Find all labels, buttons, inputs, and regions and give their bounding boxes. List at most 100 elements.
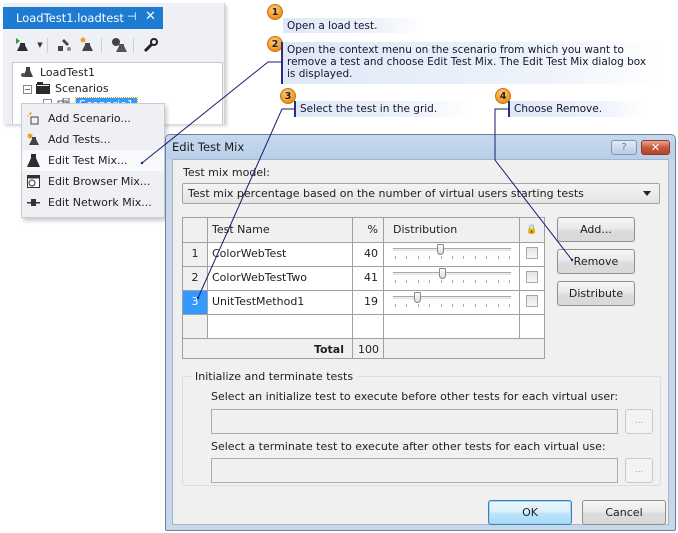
column-header-distribution[interactable]: Distribution [384, 218, 519, 242]
slider-tick [452, 256, 453, 259]
slider-tick [509, 304, 510, 307]
menu-item-add-scenario[interactable]: Add Scenario... [22, 108, 164, 129]
menu-item-edit-network-mix[interactable]: Edit Network Mix... [22, 192, 164, 213]
new-row-header [183, 314, 207, 338]
slider-tick [463, 304, 465, 307]
tree-node-scenarios[interactable]: − Scenarios [23, 81, 109, 97]
browser-icon [27, 175, 40, 188]
test-mix-model-label: Test mix model: [183, 166, 270, 179]
slider-tick [395, 256, 396, 259]
slider-tick [417, 304, 419, 307]
slider-tick [474, 304, 476, 307]
dialog-titlebar[interactable]: Edit Test Mix ? ✕ [166, 135, 675, 159]
grid-line [383, 218, 384, 358]
callout-badge-1: 1 [267, 4, 283, 20]
slider-tick [440, 256, 442, 259]
slider-tick [417, 256, 419, 259]
terminate-test-label: Select a terminate test to execute after… [211, 440, 606, 453]
slider-tick [440, 304, 442, 307]
row-number[interactable]: 1 [183, 242, 207, 266]
column-header-test-name[interactable]: Test Name [207, 218, 352, 242]
help-button[interactable]: ? [611, 140, 637, 155]
grid-line [183, 290, 544, 291]
slider-tick [429, 280, 431, 283]
row-number[interactable]: 2 [183, 266, 207, 290]
slider-thumb[interactable] [437, 244, 445, 255]
close-icon[interactable]: ✕ [145, 9, 156, 24]
add-tests-icon [27, 133, 40, 146]
slider-tick [395, 304, 396, 307]
lock-checkbox[interactable] [526, 271, 538, 283]
percent-cell[interactable]: 19 [353, 290, 383, 314]
percent-cell[interactable]: 41 [353, 266, 383, 290]
test-settings-icon[interactable] [111, 37, 127, 53]
percent-cell[interactable]: 40 [353, 242, 383, 266]
load-test-icon [21, 66, 35, 78]
editor-toolbar: ▼ [3, 33, 223, 59]
distribution-slider[interactable] [393, 296, 511, 299]
ok-button[interactable]: OK [488, 500, 572, 525]
collapse-icon[interactable]: − [23, 85, 32, 94]
slider-tick [429, 304, 431, 307]
column-header-percent[interactable]: % [352, 218, 383, 242]
terminate-test-field[interactable] [211, 458, 618, 483]
slider-tick [406, 304, 408, 307]
browse-initialize-test-button[interactable]: ... [625, 409, 653, 434]
add-test-button[interactable]: Add... [557, 217, 635, 242]
slider-thumb[interactable] [438, 268, 446, 279]
scenario-context-menu: Add Scenario... Add Tests... Edit Test M… [21, 103, 165, 218]
lock-icon[interactable]: 🔒 [520, 218, 544, 242]
initialize-terminate-group: Initialize and terminate tests Select an… [182, 370, 661, 486]
slider-tick [452, 304, 453, 307]
slider-tick [474, 280, 476, 283]
browse-terminate-test-button[interactable]: ... [625, 458, 653, 483]
remove-test-button[interactable]: Remove [557, 249, 635, 274]
network-icon [27, 196, 40, 209]
slider-tick [497, 256, 499, 259]
initialize-test-label: Select an initialize test to execute bef… [211, 390, 619, 403]
folder-icon [36, 82, 50, 94]
callout-text-1: Open a load test. [283, 18, 423, 33]
test-name-cell[interactable]: UnitTestMethod1 [208, 290, 352, 314]
row-number[interactable]: 3 [183, 290, 207, 314]
dialog-title: Edit Test Mix [172, 140, 245, 154]
cancel-button[interactable]: Cancel [582, 500, 666, 525]
tree-node-label: LoadTest1 [40, 66, 96, 79]
lock-checkbox[interactable] [526, 295, 538, 307]
menu-item-add-tests[interactable]: Add Tests... [22, 129, 164, 150]
callout-text-3: Select the test in the grid. [294, 101, 469, 117]
grid-line [183, 314, 544, 315]
add-scenario-icon [27, 112, 40, 125]
tree-node-loadtest[interactable]: LoadTest1 [21, 65, 95, 81]
grid-line [207, 218, 208, 338]
callout-text-4: Choose Remove. [508, 101, 643, 117]
slider-tick [429, 256, 431, 259]
dialog-close-button[interactable]: ✕ [641, 140, 670, 155]
pin-icon[interactable]: ⊣ [127, 10, 137, 23]
document-tab[interactable]: LoadTest1.loadtest ⊣ ✕ [3, 7, 163, 29]
dropdown-arrow-icon[interactable]: ▼ [32, 37, 48, 53]
slider-tick [474, 256, 476, 259]
test-mix-grid: Test Name % Distribution 🔒 1 ColorWebTest… [182, 217, 545, 359]
properties-wrench-icon[interactable] [143, 37, 159, 53]
total-value: 100 [358, 343, 379, 356]
distribution-slider[interactable] [393, 248, 511, 251]
dialog-body: Test mix model: Test mix percentage base… [172, 159, 669, 525]
test-name-cell[interactable]: ColorWebTest [208, 242, 352, 266]
manage-rigs-icon[interactable] [57, 37, 73, 53]
slider-tick [463, 280, 465, 283]
test-mix-model-dropdown[interactable]: Test mix percentage based on the number … [182, 183, 660, 204]
initialize-test-field[interactable] [211, 409, 618, 434]
run-load-test-icon[interactable] [14, 37, 30, 53]
distribution-slider[interactable] [393, 272, 511, 275]
test-name-cell[interactable]: ColorWebTestTwo [208, 266, 352, 290]
chevron-down-icon [643, 191, 651, 196]
lock-checkbox[interactable] [526, 247, 538, 259]
menu-item-edit-test-mix[interactable]: Edit Test Mix... [22, 150, 164, 171]
slider-thumb[interactable] [414, 292, 422, 303]
slider-tick [486, 256, 488, 259]
add-test-icon[interactable] [79, 37, 95, 53]
slider-tick [452, 280, 453, 283]
distribute-button[interactable]: Distribute [557, 281, 635, 306]
menu-item-edit-browser-mix[interactable]: Edit Browser Mix... [22, 171, 164, 192]
